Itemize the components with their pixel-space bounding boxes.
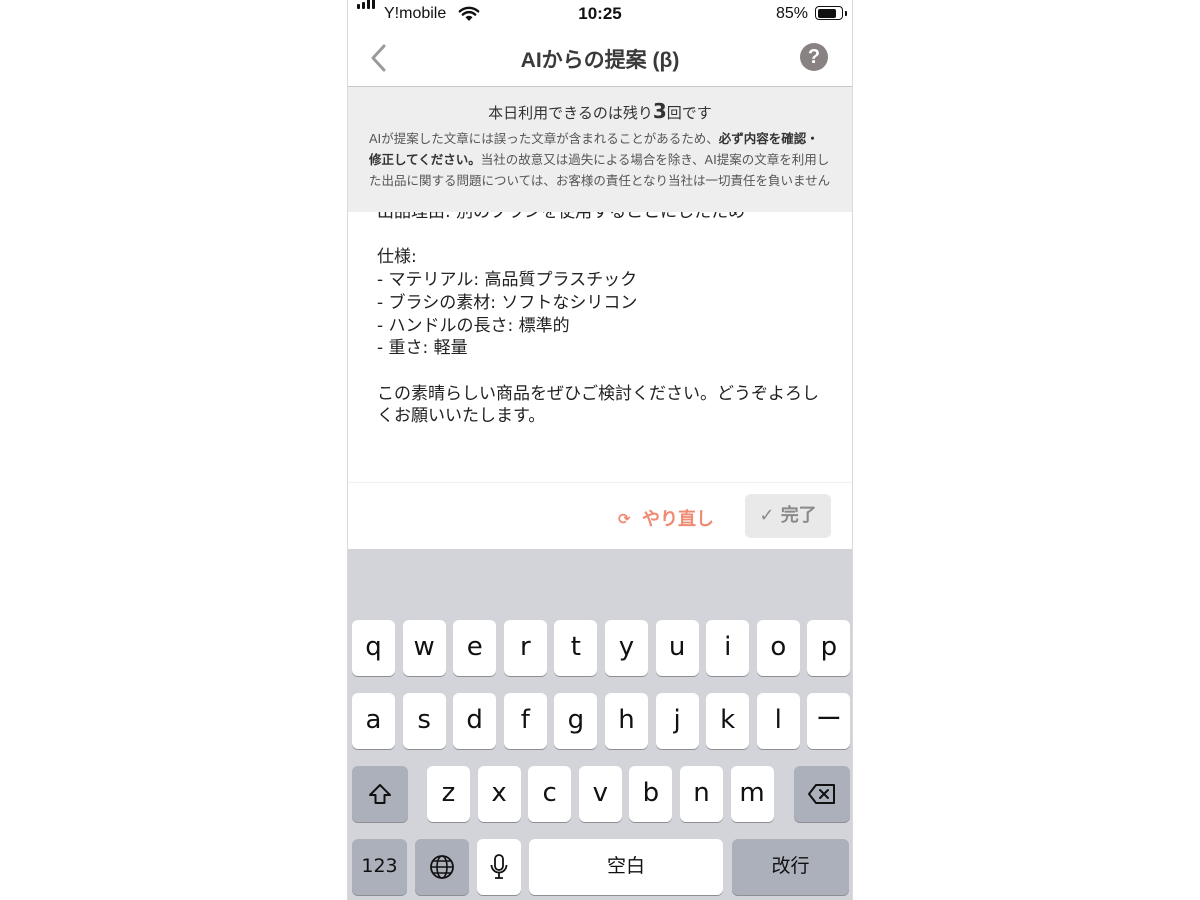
key-1-5[interactable]: t: [554, 620, 598, 676]
key-2-10[interactable]: ー: [807, 693, 851, 749]
keyboard: 123 空白 改行 qwertyuiop asdfghjklー zxcvbnm: [348, 549, 852, 900]
remaining-uses: 本日利用できるのは残り3回です: [488, 99, 712, 123]
key-3-2[interactable]: x: [477, 766, 521, 822]
key-1-9[interactable]: o: [756, 620, 800, 676]
key-1-4[interactable]: r: [503, 620, 547, 676]
battery-tip: [845, 11, 847, 16]
globe-key[interactable]: [415, 839, 469, 895]
page-title: AIからの提案 (β): [520, 49, 680, 72]
disclaimer-text: AIが提案した文章には誤った文章が含まれることがあるため、必ず内容を確認・修正し…: [369, 131, 831, 188]
shift-key[interactable]: [352, 766, 408, 822]
done-button[interactable]: ✓ 完了: [745, 494, 831, 538]
navigation-bar: AIからの提案 (β) ?: [348, 30, 852, 87]
microphone-icon: [490, 853, 508, 879]
key-3-5[interactable]: b: [629, 766, 673, 822]
battery-percent: 85%: [775, 5, 808, 22]
key-2-2[interactable]: s: [402, 693, 446, 749]
delete-key[interactable]: [794, 766, 850, 822]
key-1-1[interactable]: q: [352, 620, 395, 676]
numbers-key[interactable]: 123: [352, 839, 407, 895]
remaining-count: 3: [652, 99, 667, 123]
key-1-7[interactable]: u: [655, 620, 699, 676]
key-3-6[interactable]: n: [680, 766, 723, 822]
help-icon[interactable]: ?: [800, 43, 828, 71]
globe-icon: [430, 854, 454, 879]
suggestion-text[interactable]: 出品理由: 別のブランを使用することにしたため 仕様: - マテリアル: 高品質…: [377, 212, 832, 428]
action-bar: ⟳ やり直し ✓ 完了: [348, 482, 852, 550]
return-key[interactable]: 改行: [732, 839, 849, 895]
key-2-9[interactable]: l: [756, 693, 800, 749]
key-1-6[interactable]: y: [605, 620, 648, 676]
key-1-2[interactable]: w: [402, 620, 446, 676]
usage-notice: 本日利用できるのは残り3回です AIが提案した文章には誤った文章が含まれることが…: [348, 87, 852, 212]
key-2-7[interactable]: j: [655, 693, 699, 749]
key-3-1[interactable]: z: [427, 766, 470, 822]
key-3-7[interactable]: m: [730, 766, 774, 822]
key-2-4[interactable]: f: [503, 693, 547, 749]
battery-icon: [815, 6, 843, 20]
suggestion-text-area[interactable]: 出品理由: 別のブランを使用することにしたため 仕様: - マテリアル: 高品質…: [348, 212, 852, 482]
key-1-10[interactable]: p: [807, 620, 851, 676]
key-1-8[interactable]: i: [706, 620, 750, 676]
key-2-3[interactable]: d: [453, 693, 497, 749]
space-key[interactable]: 空白: [529, 839, 723, 895]
key-2-8[interactable]: k: [706, 693, 750, 749]
key-1-3[interactable]: e: [453, 620, 497, 676]
key-3-4[interactable]: v: [578, 766, 622, 822]
refresh-icon: ⟳: [618, 510, 631, 528]
key-2-5[interactable]: g: [554, 693, 598, 749]
key-2-1[interactable]: a: [352, 693, 395, 749]
key-2-6[interactable]: h: [605, 693, 648, 749]
check-icon: ✓: [759, 505, 775, 526]
status-bar: Y!mobile 10:25 85%: [348, 0, 852, 30]
microphone-key[interactable]: [477, 839, 521, 895]
backspace-icon: [808, 783, 835, 804]
shift-icon: [369, 783, 391, 804]
redo-button[interactable]: ⟳ やり直し: [618, 505, 714, 531]
phone-screen: Y!mobile 10:25 85% AIからの提案 (β) ? 本日利用できる…: [347, 0, 853, 900]
key-3-3[interactable]: c: [528, 766, 572, 822]
